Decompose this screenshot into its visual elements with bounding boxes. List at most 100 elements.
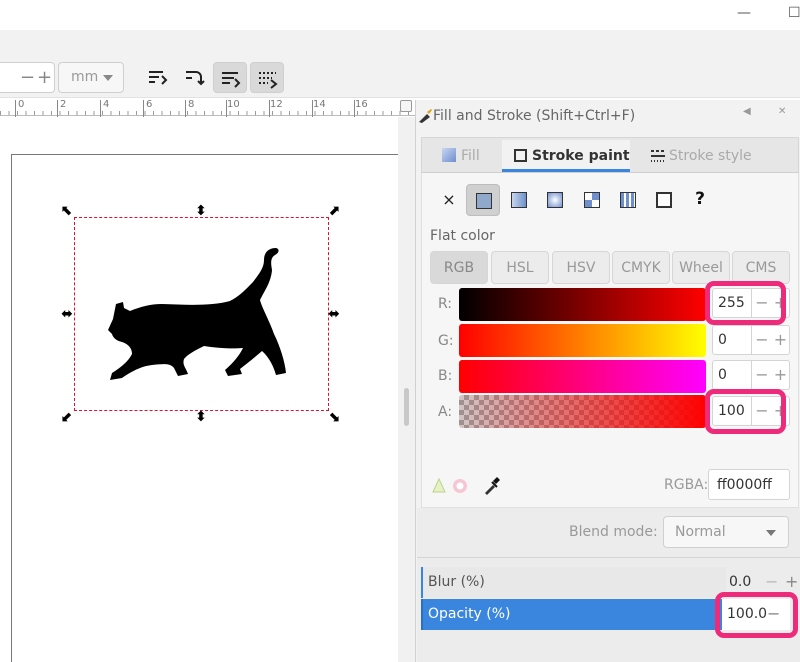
highlight-r-value [705,281,786,325]
ruler-label: 0 [18,99,25,110]
minimize-icon[interactable]: — [737,5,751,21]
tab-stroke-style[interactable]: Stroke style [650,140,780,172]
channel-r-label: R: [438,296,453,312]
ruler-corner-button[interactable] [400,100,412,112]
panel-iconify-icon[interactable]: ◀ [743,106,751,117]
scale-handle-w-icon[interactable]: ⬌ [60,307,74,321]
window-titlebar [0,0,800,30]
selection-bbox [74,217,329,411]
scale-handle-nw-icon[interactable]: ⬉ [60,204,74,218]
blend-mode-select[interactable]: Normal [663,516,789,548]
move-gradients-button[interactable] [213,62,247,93]
tab-stroke-style-label: Stroke style [669,148,752,164]
flat-color-label: Flat color [430,228,495,244]
channel-g-slider[interactable] [459,324,706,357]
ruler-label: 2 [60,99,67,110]
scale-handle-se-icon[interactable]: ⬊ [327,410,341,424]
flat-color-icon [476,193,492,209]
mesh-gradient-button[interactable] [575,184,609,216]
mode-tab-hsl[interactable]: HSL [491,251,549,284]
move-gradients-icon [222,72,241,88]
stepper-minus[interactable]: − [20,67,35,88]
channel-a-label: A: [438,404,453,420]
chevron-down-icon [103,75,113,81]
scale-handle-e-icon[interactable]: ⬌ [327,307,341,321]
dimension-stepper[interactable]: − + [0,62,55,93]
flat-color-button[interactable] [466,184,500,216]
mode-tab-rgb[interactable]: RGB [430,251,488,284]
channel-b-slider[interactable] [459,360,706,393]
rgba-input[interactable]: ff0000ff [708,469,790,500]
swatch-button[interactable] [647,184,681,216]
ruler-tick [100,100,101,117]
blur-label: Blur (%) [428,574,485,590]
ruler-label: 16 [355,99,368,110]
channel-b-plus[interactable]: + [772,360,790,390]
channel-b-label: B: [438,368,453,384]
channel-g-label: G: [438,333,454,349]
opacity-slider[interactable]: Opacity (%) [421,599,726,630]
no-paint-button[interactable]: × [432,184,466,216]
blur-slider[interactable]: Blur (%) [421,567,726,598]
channel-r-slider[interactable] [459,288,706,321]
channel-g-input[interactable]: 0 [712,325,752,355]
channel-g-minus[interactable]: − [752,325,772,355]
ruler-tick [185,100,186,117]
mode-tab-cmyk[interactable]: CMYK [612,251,670,284]
scale-handle-n-icon[interactable]: ⬍ [194,204,208,218]
highlight-opacity-value [715,592,798,638]
unset-paint-button[interactable]: ? [683,184,717,216]
scale-handle-s-icon[interactable]: ⬍ [194,410,208,424]
scrollbar-thumb[interactable] [404,388,409,426]
pattern-icon [620,192,636,208]
tab-fill-label: Fill [461,148,480,164]
unset-paint-icon: ? [695,189,705,209]
ruler-label: 8 [188,99,195,110]
scale-handle-sw-icon[interactable]: ⬋ [60,410,74,424]
tab-stroke-paint[interactable]: Stroke paint [502,140,630,172]
radial-gradient-icon [547,192,563,208]
chevron-down-icon [766,530,776,536]
channel-g-plus[interactable]: + [772,325,790,355]
tab-fill[interactable]: Fill [442,140,500,172]
channel-a-slider[interactable] [459,395,706,428]
mode-tab-cms[interactable]: CMS [732,251,790,284]
page-border [11,154,398,155]
channel-b-minus[interactable]: − [752,360,772,390]
fill-icon [442,148,456,162]
rgba-label: RGBA: [664,477,709,493]
radial-gradient-button[interactable] [538,184,572,216]
channel-b-input[interactable]: 0 [712,360,752,390]
ruler-label: 4 [103,99,110,110]
opacity-label: Opacity (%) [428,606,511,622]
mode-tab-wheel[interactable]: Wheel [672,251,730,284]
move-patterns-button[interactable] [250,62,284,93]
mesh-gradient-icon [584,192,600,208]
ruler-tick [143,100,144,117]
eyedropper-icon[interactable] [482,476,500,496]
scale-corners-button[interactable] [177,62,211,93]
stepper-plus[interactable]: + [37,67,52,88]
blur-plus[interactable]: + [785,572,798,591]
unit-select[interactable]: mm [58,62,124,93]
blend-mode-label: Blend mode: [569,524,658,540]
ruler-tick [57,100,58,117]
stroke-paint-icon [514,149,527,162]
swatch-icon [656,192,672,208]
color-managed-icon[interactable] [432,477,468,495]
highlight-a-value [705,389,786,434]
blur-value[interactable]: 0.0 [729,574,751,590]
scale-stroke-button[interactable] [140,62,174,93]
stroke-style-icon [650,148,665,162]
maximize-icon[interactable]: ☐ [788,5,800,21]
mode-tab-hsv[interactable]: HSV [552,251,610,284]
ruler-label: 12 [270,99,283,110]
page-border [11,154,12,662]
ruler-label: 14 [313,99,326,110]
linear-gradient-button[interactable] [502,184,536,216]
scale-handle-ne-icon[interactable]: ⬈ [327,204,341,218]
ruler-tick [15,100,16,117]
blur-minus[interactable]: − [765,572,778,591]
panel-close-icon[interactable]: ✕ [778,106,786,117]
pattern-button[interactable] [611,184,645,216]
